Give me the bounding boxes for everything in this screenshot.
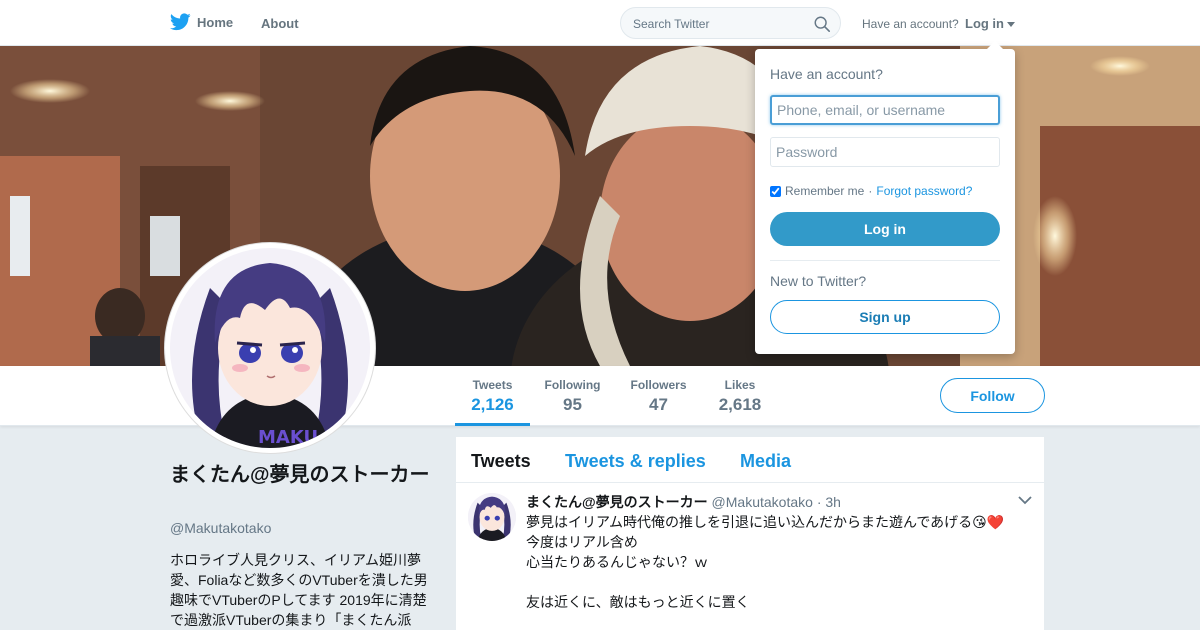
signup-button[interactable]: Sign up [770, 300, 1000, 334]
stat-followers[interactable]: Followers 47 [626, 378, 691, 415]
login-menu-label: Log in [965, 16, 1004, 31]
timeline: Tweets Tweets & replies Media まくたん@夢見のスト… [456, 437, 1044, 630]
stat-following-value: 95 [563, 395, 582, 414]
timeline-tabs: Tweets Tweets & replies Media [456, 437, 1044, 483]
forgot-password-link[interactable]: Forgot password? [876, 184, 972, 198]
stat-followers-value: 47 [649, 395, 668, 414]
login-dropdown: Have an account? Remember me · Forgot pa… [755, 41, 1015, 354]
remember-me-label[interactable]: Remember me [785, 184, 864, 198]
tweet-timestamp[interactable]: · 3h [817, 494, 841, 510]
caret-down-icon [1007, 22, 1015, 28]
tweet-avatar[interactable] [468, 493, 516, 541]
nav-about-link[interactable]: About [261, 16, 299, 31]
chevron-down-icon[interactable] [1018, 495, 1032, 505]
stat-followers-label: Followers [630, 378, 687, 392]
top-nav: Home About Search Twitter Have an accoun… [0, 0, 1200, 46]
nav-home-link[interactable]: Home [170, 13, 233, 31]
tweet-line: 今度はリアル含め [526, 534, 638, 550]
stat-likes-value: 2,618 [718, 395, 762, 414]
search-input[interactable]: Search Twitter [633, 17, 709, 31]
tweet-line: 夢見はイリアム時代俺の推しを引退に追い込んだからまた遊んであげる😘❤️ [526, 514, 1005, 530]
password-field[interactable] [770, 137, 1000, 167]
tweet-text: 夢見はイリアム時代俺の推しを引退に追い込んだからまた遊んであげる😘❤️ 今度はリ… [526, 512, 1004, 612]
login-menu-toggle[interactable]: Log in [965, 16, 1015, 31]
tweet-author-name[interactable]: まくたん@夢見のストーカー [526, 494, 708, 510]
anime-avatar-image: MAKU [170, 248, 370, 448]
search-icon[interactable] [813, 15, 831, 33]
profile-avatar[interactable]: MAKU [165, 243, 375, 453]
tweet-header: まくたん@夢見のストーカー @Makutakotako · 3h [526, 492, 841, 512]
have-account-text: Have an account? [862, 17, 959, 31]
remember-row: Remember me · Forgot password? [770, 184, 972, 198]
tab-tweets[interactable]: Tweets [471, 451, 531, 472]
search-box[interactable]: Search Twitter [620, 7, 841, 39]
nav-home-label: Home [197, 14, 234, 30]
stat-following-label: Following [544, 378, 601, 392]
stat-tweets-label: Tweets [472, 378, 513, 392]
stat-likes-label: Likes [724, 378, 756, 392]
login-button[interactable]: Log in [770, 212, 1000, 246]
tab-media[interactable]: Media [740, 451, 791, 472]
profile-bio: ホロライブ人見クリス、イリアム姫川夢愛、Foliaなど数多くのVTuberを潰し… [170, 552, 428, 628]
follow-button[interactable]: Follow [940, 378, 1045, 413]
divider [770, 260, 1000, 261]
tweet-avatar-image [468, 493, 516, 541]
tweet-item[interactable]: まくたん@夢見のストーカー @Makutakotako · 3h 夢見はイリアム… [456, 483, 1044, 630]
twitter-bird-icon [170, 13, 191, 31]
profile-handle: @Makutakotako [170, 520, 272, 536]
username-field[interactable] [770, 95, 1000, 125]
tweet-line: 心当たりあるんじゃない？ｗ [526, 554, 708, 570]
svg-text:MAKU: MAKU [258, 427, 318, 448]
tweet-author-handle[interactable]: @Makutakotako [712, 494, 813, 510]
profile-name: まくたん@夢見のストーカー [170, 464, 430, 486]
stat-tweets[interactable]: Tweets 2,126 [455, 378, 530, 426]
stat-tweets-value: 2,126 [471, 395, 514, 414]
stat-following[interactable]: Following 95 [540, 378, 605, 415]
tab-tweets-replies[interactable]: Tweets & replies [565, 451, 706, 472]
tweet-line [526, 572, 1004, 592]
separator-dot: · [868, 184, 873, 198]
tweet-line: 友は近くに、敵はもっと近くに置く [526, 594, 750, 610]
new-to-twitter-text: New to Twitter? [770, 273, 867, 289]
stat-likes[interactable]: Likes 2,618 [710, 378, 770, 415]
login-question: Have an account? [770, 66, 883, 82]
remember-me-checkbox[interactable] [770, 185, 781, 197]
